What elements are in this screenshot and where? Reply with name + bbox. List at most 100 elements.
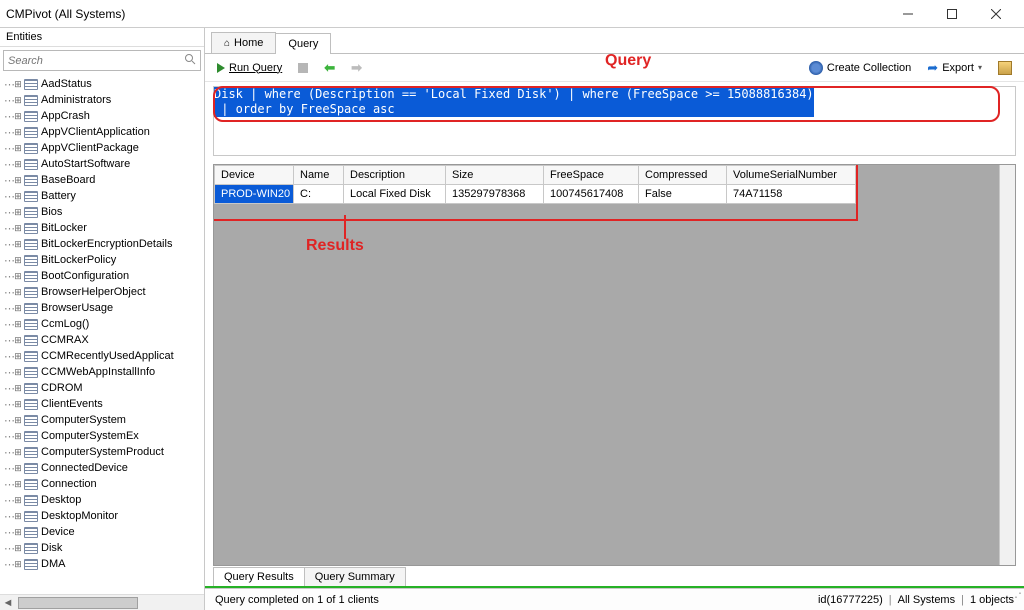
expand-icon[interactable]: ⊞ — [12, 558, 24, 570]
expand-icon[interactable]: ⊞ — [12, 366, 24, 378]
nav-back-button[interactable]: ⬅ — [320, 58, 339, 78]
entity-tree-item[interactable]: ⋯⊞ClientEvents — [0, 396, 204, 412]
expand-icon[interactable]: ⊞ — [12, 414, 24, 426]
entity-tree-item[interactable]: ⋯⊞BootConfiguration — [0, 268, 204, 284]
resize-grip-icon[interactable]: ⋰ — [1008, 594, 1022, 608]
entity-tree-item[interactable]: ⋯⊞CCMWebAppInstallInfo — [0, 364, 204, 380]
scroll-thumb[interactable] — [18, 597, 138, 609]
minimize-button[interactable] — [886, 0, 930, 28]
expand-icon[interactable]: ⊞ — [12, 94, 24, 106]
table-cell[interactable]: False — [639, 185, 727, 204]
scroll-left-icon[interactable]: ◄ — [0, 597, 16, 609]
table-cell[interactable]: C: — [294, 185, 344, 204]
expand-icon[interactable]: ⊞ — [12, 254, 24, 266]
entity-tree-item[interactable]: ⋯⊞AppVClientPackage — [0, 140, 204, 156]
table-cell[interactable]: PROD-WIN20 — [214, 185, 294, 204]
tree-hscroll[interactable]: ◄ — [0, 594, 204, 610]
entity-tree-item[interactable]: ⋯⊞BaseBoard — [0, 172, 204, 188]
table-cell[interactable]: 74A71158 — [727, 185, 856, 204]
entity-tree-item[interactable]: ⋯⊞DesktopMonitor — [0, 508, 204, 524]
results-grid[interactable]: DeviceNameDescriptionSizeFreeSpaceCompre… — [214, 165, 856, 204]
entity-tree-item[interactable]: ⋯⊞Battery — [0, 188, 204, 204]
column-header[interactable]: Device — [214, 165, 294, 185]
table-cell[interactable]: 100745617408 — [544, 185, 639, 204]
search-icon[interactable] — [184, 53, 196, 68]
column-header[interactable]: Name — [294, 165, 344, 185]
entity-tree-item[interactable]: ⋯⊞Desktop — [0, 492, 204, 508]
results-vscroll[interactable] — [999, 165, 1015, 565]
entity-tree-item[interactable]: ⋯⊞Connection — [0, 476, 204, 492]
entity-tree-item[interactable]: ⋯⊞Disk — [0, 540, 204, 556]
table-cell[interactable]: Local Fixed Disk — [344, 185, 446, 204]
expand-icon[interactable]: ⊞ — [12, 542, 24, 554]
entity-tree-item[interactable]: ⋯⊞AutoStartSoftware — [0, 156, 204, 172]
expand-icon[interactable]: ⊞ — [12, 158, 24, 170]
tab-home[interactable]: ⌂ Home — [211, 32, 276, 53]
close-button[interactable] — [974, 0, 1018, 28]
column-header[interactable]: Size — [446, 165, 544, 185]
nav-forward-button[interactable]: ➡ — [347, 58, 366, 78]
entity-tree-item[interactable]: ⋯⊞CCMRecentlyUsedApplicat — [0, 348, 204, 364]
entity-tree-item[interactable]: ⋯⊞CDROM — [0, 380, 204, 396]
expand-icon[interactable]: ⊞ — [12, 206, 24, 218]
expand-icon[interactable]: ⊞ — [12, 174, 24, 186]
entity-tree-item[interactable]: ⋯⊞BrowserHelperObject — [0, 284, 204, 300]
entity-tree-item[interactable]: ⋯⊞AadStatus — [0, 76, 204, 92]
entity-tree-item[interactable]: ⋯⊞Bios — [0, 204, 204, 220]
entity-tree-item[interactable]: ⋯⊞BitLockerPolicy — [0, 252, 204, 268]
entity-tree-item[interactable]: ⋯⊞Device — [0, 524, 204, 540]
column-header[interactable]: Compressed — [639, 165, 727, 185]
expand-icon[interactable]: ⊞ — [12, 462, 24, 474]
query-editor[interactable]: Disk | where (Description == 'Local Fixe… — [213, 86, 1016, 156]
entity-tree-item[interactable]: ⋯⊞ComputerSystemProduct — [0, 444, 204, 460]
entity-tree-item[interactable]: ⋯⊞BrowserUsage — [0, 300, 204, 316]
column-header[interactable]: Description — [344, 165, 446, 185]
entity-tree-item[interactable]: ⋯⊞ConnectedDevice — [0, 460, 204, 476]
expand-icon[interactable]: ⊞ — [12, 334, 24, 346]
entity-tree-item[interactable]: ⋯⊞AppVClientApplication — [0, 124, 204, 140]
stop-button[interactable] — [294, 61, 312, 75]
expand-icon[interactable]: ⊞ — [12, 494, 24, 506]
create-collection-button[interactable]: Create Collection — [805, 59, 915, 77]
entity-tree-item[interactable]: ⋯⊞ComputerSystem — [0, 412, 204, 428]
expand-icon[interactable]: ⊞ — [12, 318, 24, 330]
tab-query[interactable]: Query — [275, 33, 331, 54]
expand-icon[interactable]: ⊞ — [12, 126, 24, 138]
expand-icon[interactable]: ⊞ — [12, 238, 24, 250]
expand-icon[interactable]: ⊞ — [12, 190, 24, 202]
table-cell[interactable]: 135297978368 — [446, 185, 544, 204]
entity-tree[interactable]: ⋯⊞AadStatus⋯⊞Administrators⋯⊞AppCrash⋯⊞A… — [0, 74, 204, 594]
expand-icon[interactable]: ⊞ — [12, 446, 24, 458]
table-row[interactable]: PROD-WIN20C:Local Fixed Disk135297978368… — [214, 185, 856, 204]
expand-icon[interactable]: ⊞ — [12, 510, 24, 522]
expand-icon[interactable]: ⊞ — [12, 270, 24, 282]
expand-icon[interactable]: ⊞ — [12, 398, 24, 410]
expand-icon[interactable]: ⊞ — [12, 382, 24, 394]
expand-icon[interactable]: ⊞ — [12, 302, 24, 314]
tab-query-results[interactable]: Query Results — [213, 567, 305, 586]
expand-icon[interactable]: ⊞ — [12, 430, 24, 442]
column-header[interactable]: FreeSpace — [544, 165, 639, 185]
cabinet-button[interactable] — [994, 59, 1016, 77]
expand-icon[interactable]: ⊞ — [12, 526, 24, 538]
column-header[interactable]: VolumeSerialNumber — [727, 165, 856, 185]
entity-tree-item[interactable]: ⋯⊞AppCrash — [0, 108, 204, 124]
entity-tree-item[interactable]: ⋯⊞DMA — [0, 556, 204, 572]
expand-icon[interactable]: ⊞ — [12, 142, 24, 154]
entity-tree-item[interactable]: ⋯⊞CCMRAX — [0, 332, 204, 348]
expand-icon[interactable]: ⊞ — [12, 222, 24, 234]
entity-tree-item[interactable]: ⋯⊞CcmLog() — [0, 316, 204, 332]
run-query-button[interactable]: Run Query — [213, 60, 286, 76]
entity-tree-item[interactable]: ⋯⊞BitLocker — [0, 220, 204, 236]
expand-icon[interactable]: ⊞ — [12, 286, 24, 298]
entity-tree-item[interactable]: ⋯⊞ComputerSystemEx — [0, 428, 204, 444]
query-text[interactable]: Disk | where (Description == 'Local Fixe… — [214, 87, 814, 117]
search-input[interactable] — [8, 55, 184, 67]
maximize-button[interactable] — [930, 0, 974, 28]
entity-tree-item[interactable]: ⋯⊞Administrators — [0, 92, 204, 108]
expand-icon[interactable]: ⊞ — [12, 350, 24, 362]
entity-tree-item[interactable]: ⋯⊞BitLockerEncryptionDetails — [0, 236, 204, 252]
export-button[interactable]: ➦ Export ▾ — [923, 58, 986, 78]
expand-icon[interactable]: ⊞ — [12, 78, 24, 90]
expand-icon[interactable]: ⊞ — [12, 478, 24, 490]
